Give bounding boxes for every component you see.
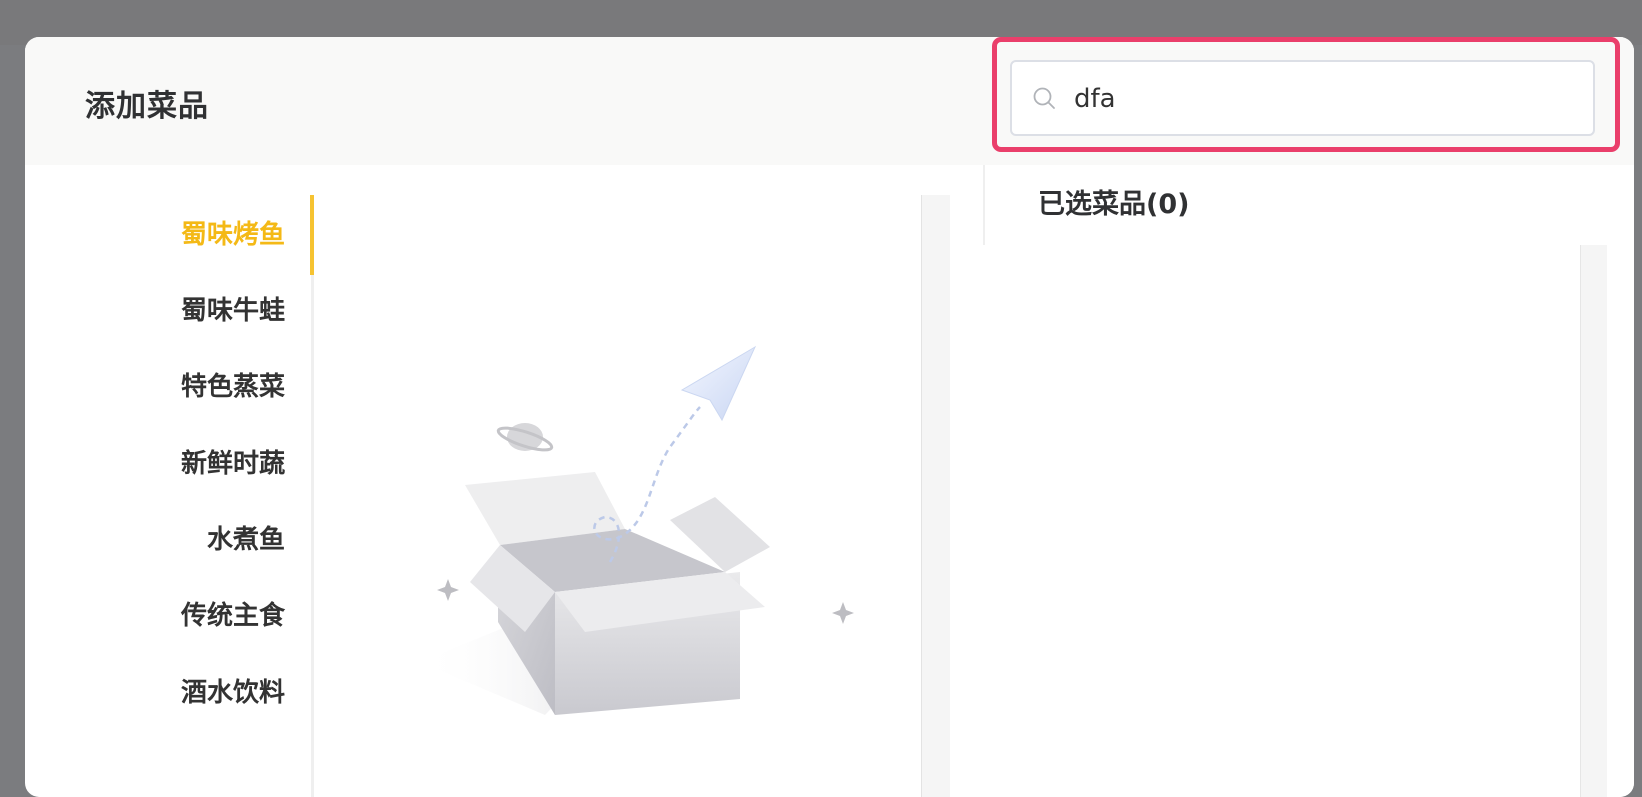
category-item-staple-food[interactable]: 传统主食: [85, 596, 285, 636]
selected-dishes-list: [983, 245, 1573, 797]
sparkle-right: [832, 602, 854, 624]
dialog-title: 添加菜品: [85, 89, 209, 124]
category-item-boiled-fish[interactable]: 水煮鱼: [85, 520, 285, 560]
category-item-drinks[interactable]: 酒水饮料: [85, 673, 285, 713]
paper-plane: [680, 345, 757, 422]
category-sidebar: 蜀味烤鱼 蜀味牛蛙 特色蒸菜 新鲜时蔬 水煮鱼 传统主食 酒水饮料: [25, 195, 315, 797]
search-field[interactable]: [1010, 60, 1595, 136]
selected-dishes-scrollbar[interactable]: [1580, 245, 1607, 797]
dialog-header: 添加菜品: [25, 37, 985, 165]
add-dish-dialog: 添加菜品 蜀味烤鱼 蜀味牛蛙 特色蒸菜 新鲜时蔬 水煮鱼 传统主食 酒水饮料 已…: [25, 37, 1634, 797]
selected-dishes-title: 已选菜品(0): [1038, 189, 1190, 220]
dish-list-scrollbar[interactable]: [921, 195, 950, 797]
category-item-sichuan-grilled-fish[interactable]: 蜀味烤鱼: [85, 215, 285, 255]
category-item-fresh-vegetables[interactable]: 新鲜时蔬: [85, 444, 285, 484]
sparkle-left: [437, 579, 459, 601]
category-item-steamed-dishes[interactable]: 特色蒸菜: [85, 367, 285, 407]
empty-box-illustration: [420, 345, 854, 715]
search-icon: [1033, 87, 1055, 109]
search-input[interactable]: [1072, 76, 1576, 122]
category-item-sichuan-bullfrog[interactable]: 蜀味牛蛙: [85, 291, 285, 331]
